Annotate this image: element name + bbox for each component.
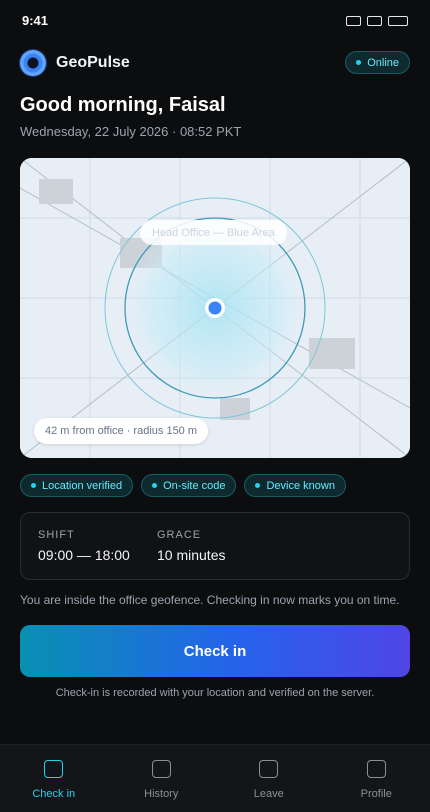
grace-value: 10 minutes <box>157 547 226 563</box>
online-status-label: Online <box>367 56 399 69</box>
shift-card: SHIFT 09:00 — 18:00 GRACE 10 minutes <box>20 512 410 580</box>
current-datetime: Wednesday, 22 July 2026 · 08:52 PKT <box>20 124 242 139</box>
online-status-badge: Online <box>345 51 410 74</box>
tab-leave[interactable]: Leave <box>215 745 323 812</box>
checkin-icon <box>44 760 64 778</box>
tab-check-in[interactable]: Check in <box>0 745 108 812</box>
geofence-info-text: You are inside the office geofence. Chec… <box>20 593 400 607</box>
check-in-button[interactable]: Check in <box>20 625 410 677</box>
status-icons <box>346 16 408 26</box>
app-name: GeoPulse <box>56 54 130 71</box>
geofence-label: Head Office — Blue Area <box>140 220 287 245</box>
wifi-icon <box>367 16 382 26</box>
signal-icon <box>346 16 361 26</box>
chip-label: Location verified <box>42 479 123 492</box>
grace-info: GRACE 10 minutes <box>157 529 225 563</box>
tab-label: Leave <box>253 788 284 800</box>
status-bar: 9:41 <box>0 0 430 40</box>
greeting: Good morning, Faisal <box>20 94 226 116</box>
tab-label: Check in <box>32 788 76 800</box>
brand: GeoPulse <box>20 50 130 76</box>
check-dot-icon <box>31 483 36 488</box>
check-in-footnote: Check-in is recorded with your location … <box>55 687 375 699</box>
geofence-map[interactable]: Head Office — Blue Area 42 m from office… <box>20 158 410 458</box>
check-dot-icon <box>255 483 261 488</box>
status-dot-icon <box>356 60 362 65</box>
grace-label: GRACE <box>157 529 202 541</box>
logo-icon <box>20 50 46 76</box>
history-icon <box>151 760 171 778</box>
leave-icon <box>259 760 279 778</box>
chip-on-site-code: On-site code <box>141 474 237 497</box>
tab-label: History <box>144 788 179 800</box>
chip-location-verified: Location verified <box>20 474 134 497</box>
verification-chips: Location verified On-site code Device kn… <box>20 474 346 497</box>
profile-icon <box>366 760 386 778</box>
tab-history[interactable]: History <box>108 745 216 812</box>
geofence-label-text: Head Office — Blue Area <box>152 226 275 239</box>
shift-label: SHIFT <box>38 529 75 541</box>
user-location-icon <box>208 301 222 315</box>
battery-icon <box>388 16 408 26</box>
status-time: 9:41 <box>22 13 49 28</box>
chip-label: On-site code <box>163 479 226 492</box>
map-canvas <box>20 158 410 458</box>
bottom-tab-bar: Check in History Leave Profile <box>0 744 430 812</box>
tab-profile[interactable]: Profile <box>323 745 430 812</box>
chip-label: Device known <box>266 479 335 492</box>
chip-device-known: Device known <box>244 474 346 497</box>
distance-badge: 42 m from office · radius 150 m <box>34 418 209 444</box>
shift-info: SHIFT 09:00 — 18:00 <box>38 529 130 563</box>
tab-label: Profile <box>360 788 392 800</box>
check-dot-icon <box>152 483 158 488</box>
shift-value: 09:00 — 18:00 <box>38 547 130 563</box>
distance-text: 42 m from office · radius 150 m <box>45 425 198 437</box>
